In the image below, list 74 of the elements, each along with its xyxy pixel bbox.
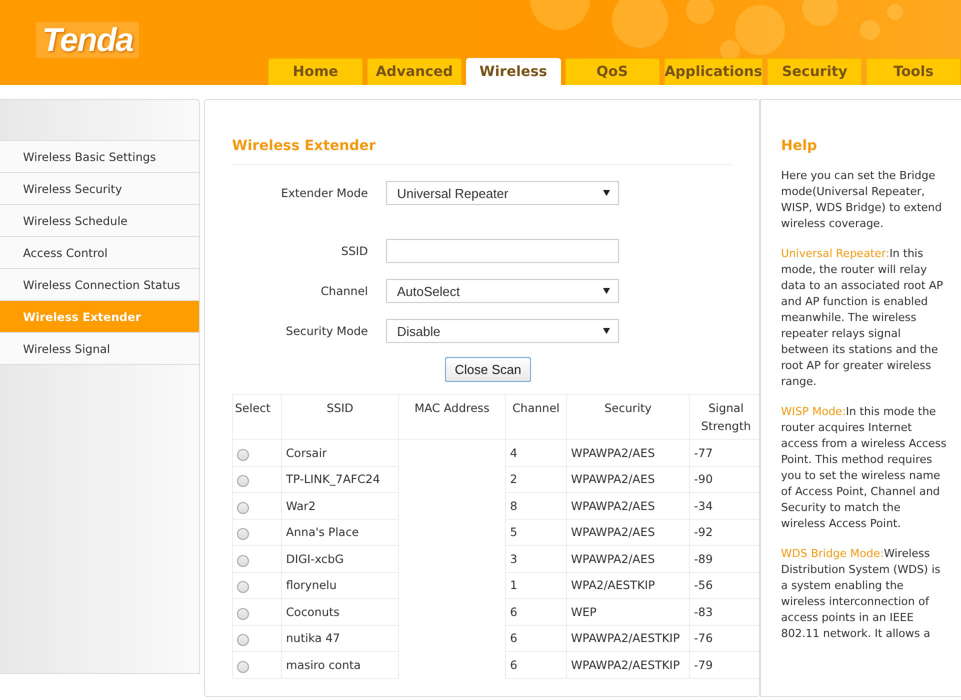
radio-button[interactable]	[237, 528, 249, 540]
table-cell: WPAWPA2/AES	[566, 440, 690, 466]
dropdown[interactable]: Disable	[386, 319, 619, 343]
table-cell: War2	[282, 492, 398, 519]
nav-tab[interactable]: Security	[767, 58, 862, 85]
table-cell: 6	[506, 652, 566, 678]
help-text: WISP Mode:In this mode the router acquires Internet access from a wireless Access Point. This method requires you to set the wireless name of Access Point, Channel and Security to match the wireless Access Point.	[781, 404, 947, 532]
nav-tab[interactable]: Wireless	[466, 58, 561, 85]
radio-button[interactable]	[237, 554, 249, 567]
column-header: MAC Address	[398, 394, 506, 440]
help-text: Here you can set the Bridge mode(Universal Repeater, WISP, WDS Bridge) to extend wireless coverage.	[781, 168, 943, 232]
nav-tab[interactable]: Tools	[866, 58, 961, 85]
nav-tab[interactable]: Home	[268, 58, 363, 85]
dropdown[interactable]: AutoSelect	[386, 279, 619, 303]
caret-icon	[603, 288, 610, 294]
radio-button[interactable]	[237, 608, 249, 620]
table-cell: 8	[506, 492, 566, 519]
table-cell: WPAWPA2/AES	[566, 519, 690, 546]
table-cell: WPAWPA2/AES	[566, 492, 690, 519]
sidebar-item[interactable]: Access Control	[0, 237, 199, 269]
caret-icon	[603, 190, 610, 196]
table-cell: 2	[506, 466, 566, 492]
table-cell: 5	[506, 519, 566, 546]
table-cell: 1	[506, 572, 566, 598]
caret-icon	[603, 328, 610, 334]
table-cell: Anna's Place	[282, 519, 398, 546]
input-field[interactable]	[386, 239, 619, 263]
help-title: Help	[781, 138, 818, 154]
sidebar-item[interactable]: Wireless Security	[0, 173, 199, 205]
table-cell: 3	[506, 546, 566, 572]
nav-tab[interactable]: Applications	[664, 58, 764, 85]
table-cell: WPAWPA2/AES	[566, 466, 690, 492]
radio-button[interactable]	[237, 448, 249, 461]
table-cell: WPAWPA2/AESTKIP	[566, 652, 690, 678]
help-text: WDS Bridge Mode:Wireless Distribution System (WDS) is a system enabling the wireless interconnection of access points in an IEEE 802.11 network. It allows a	[781, 546, 942, 642]
radio-button[interactable]	[237, 502, 249, 514]
radio-button[interactable]	[237, 475, 249, 488]
column-header: Signal Strength	[690, 394, 759, 440]
table-cell: 6	[506, 598, 566, 625]
radio-button[interactable]	[237, 581, 249, 594]
table-cell: florynelu	[282, 572, 398, 598]
sidebar-item[interactable]: Wireless Signal	[0, 333, 199, 365]
sidebar-item[interactable]: Wireless Schedule	[0, 205, 199, 237]
field-label: Extender Mode	[280, 186, 368, 200]
field-label: Channel	[320, 284, 368, 298]
tenda-logo: Tenda	[36, 22, 139, 58]
column-header: Security	[566, 394, 690, 440]
dropdown[interactable]: Universal Repeater	[386, 181, 619, 205]
help-text: Universal Repeater:In this mode, the router will relay data to an associated root AP and AP function is enabled meanwhile. The wireless repeater relays signal between its stations and the root AP for greater wireless range.	[781, 246, 944, 390]
sidebar-item[interactable]: Wireless Connection Status	[0, 269, 199, 301]
table-cell: 4	[506, 440, 566, 466]
column-header: Select	[232, 394, 282, 440]
field-label: Security Mode	[284, 324, 368, 338]
table-cell: Corsair	[282, 440, 398, 466]
field-label: SSID	[340, 244, 368, 258]
table-cell: WEP	[566, 598, 690, 625]
table-cell: WPA2/AESTKIP	[566, 572, 690, 598]
section-title: Wireless Extender	[232, 138, 732, 165]
radio-button[interactable]	[237, 634, 249, 646]
table-cell: WPAWPA2/AESTKIP	[566, 625, 690, 652]
table-cell: 6	[506, 625, 566, 652]
table-cell: Coconuts	[282, 598, 398, 625]
radio-button[interactable]	[237, 660, 249, 673]
close-scan-button[interactable]: Close Scan	[444, 357, 532, 382]
nav-tab[interactable]: Advanced	[366, 58, 462, 85]
sidebar-item[interactable]: Wireless Basic Settings	[0, 140, 199, 173]
table-cell: TP-LINK_7AFC24	[282, 466, 398, 492]
table-cell: WPAWPA2/AES	[566, 546, 690, 572]
column-header: Channel	[506, 394, 566, 440]
table-cell: masiro conta	[282, 652, 398, 678]
column-header: SSID	[282, 394, 398, 440]
table-cell: nutika 47	[282, 625, 398, 652]
table-cell: DIGI-xcbG	[282, 546, 398, 572]
nav-tab[interactable]: QoS	[564, 58, 660, 85]
